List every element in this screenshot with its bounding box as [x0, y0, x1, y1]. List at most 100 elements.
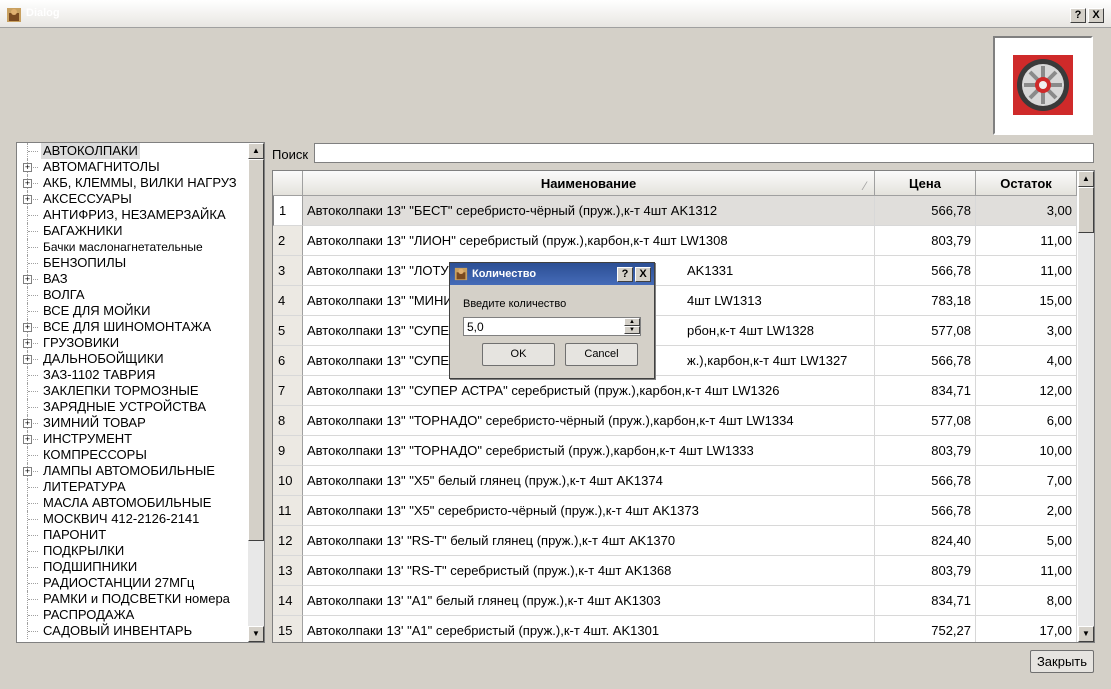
quantity-dialog: Количество ? X Введите количество ▲ ▼ OK… — [449, 262, 655, 379]
category-tree[interactable]: АВТОКОЛПАКИ + АВТОМАГНИТОЛЫ + АКБ, КЛЕММЫ, В… — [16, 142, 265, 643]
tree-item[interactable]: + ГРУЗОВИКИ — [17, 335, 249, 351]
tree-item[interactable]: ПАРОНИТ — [17, 527, 249, 543]
expand-plus-icon[interactable]: + — [23, 163, 32, 172]
spin-up-icon[interactable]: ▲ — [624, 318, 640, 326]
expand-plus-icon[interactable]: + — [23, 323, 32, 332]
table-scrollbar[interactable]: ▲ ▼ — [1078, 171, 1094, 642]
expand-plus-icon[interactable]: + — [23, 195, 32, 204]
tree-guide-line — [28, 407, 38, 408]
cancel-button[interactable]: Cancel — [565, 343, 638, 366]
dialog-close-button[interactable]: X — [635, 267, 651, 282]
tree-item[interactable]: + ЛАМПЫ АВТОМОБИЛЬНЫЕ — [17, 463, 249, 479]
tree-item-label: РАСПРОДАЖА — [43, 607, 135, 622]
table-row[interactable]: 12 Автоколпаки 13' "RS-T" белый глянец (п… — [273, 526, 1077, 556]
table-row[interactable]: 8 Автоколпаки 13" "ТОРНАДО" серебристо-чё… — [273, 406, 1077, 436]
scroll-thumb[interactable] — [1078, 187, 1094, 233]
tree-item[interactable]: + ВАЗ — [17, 271, 249, 287]
column-header-name[interactable]: Наименование ⁄ — [303, 171, 875, 196]
column-header-stock[interactable]: Остаток — [976, 171, 1077, 196]
cell-name: Автоколпаки 13" "X5" белый глянец (пруж.… — [303, 466, 875, 496]
expand-plus-icon[interactable]: + — [23, 179, 32, 188]
dialog-help-button[interactable]: ? — [617, 267, 633, 282]
tree-item[interactable]: + ЗИМНИЙ ТОВАР — [17, 415, 249, 431]
tree-item[interactable]: Бачки маслонагнетательные — [17, 239, 249, 255]
tree-item-label: ГРУЗОВИКИ — [43, 335, 120, 350]
tree-item[interactable]: + ДАЛЬНОБОЙЩИКИ — [17, 351, 249, 367]
tree-scrollbar[interactable]: ▲ ▼ — [248, 143, 264, 642]
table-row[interactable]: 7 Автоколпаки 13" "СУПЕР АСТРА" серебрист… — [273, 376, 1077, 406]
tree-item[interactable]: + ВСЕ ДЛЯ ШИНОМОНТАЖА — [17, 319, 249, 335]
table-row[interactable]: 3 Автоколпаки 13" "ЛОТУ AK1331 566,78 11,00 — [273, 256, 1077, 286]
tree-item[interactable]: МАСЛА АВТОМОБИЛЬНЫЕ — [17, 495, 249, 511]
table-row[interactable]: 14 Автоколпаки 13' "A1" белый глянец (пру… — [273, 586, 1077, 616]
tree-item[interactable]: ЗАЗ-1102 ТАВРИЯ — [17, 367, 249, 383]
table-row[interactable]: 6 Автоколпаки 13" "СУПЕ ж.),карбон,к-т 4шт… — [273, 346, 1077, 376]
products-table[interactable]: Наименование ⁄ Цена Остаток 1 Автоколпаки… — [272, 170, 1095, 643]
table-header: Наименование ⁄ Цена Остаток — [273, 171, 1077, 196]
tree-item[interactable]: АВТОКОЛПАКИ — [17, 143, 249, 159]
tree-item[interactable]: + АКСЕССУАРЫ — [17, 191, 249, 207]
cell-name: Автоколпаки 13" "СУПЕР АСТРА" серебристы… — [303, 376, 875, 406]
help-button[interactable]: ? — [1070, 8, 1086, 23]
tree-item[interactable]: РАМКИ и ПОДСВЕТКИ номера — [17, 591, 249, 607]
tree-item[interactable]: + АВТОМАГНИТОЛЫ — [17, 159, 249, 175]
window-title: Dialog — [26, 7, 60, 19]
tree-item[interactable]: БАГАЖНИКИ — [17, 223, 249, 239]
table-row[interactable]: 5 Автоколпаки 13" "СУПЕ рбон,к-т 4шт LW132… — [273, 316, 1077, 346]
expand-plus-icon[interactable]: + — [23, 467, 32, 476]
column-header-price[interactable]: Цена — [875, 171, 976, 196]
expand-plus-icon[interactable]: + — [23, 275, 32, 284]
ok-button[interactable]: OK — [482, 343, 555, 366]
table-row[interactable]: 15 Автоколпаки 13' "A1" серебристый (пруж… — [273, 616, 1077, 642]
table-row[interactable]: 10 Автоколпаки 13" "X5" белый глянец (пру… — [273, 466, 1077, 496]
cell-stock: 15,00 — [976, 286, 1077, 316]
category-tree-list: АВТОКОЛПАКИ + АВТОМАГНИТОЛЫ + АКБ, КЛЕММЫ, В… — [17, 143, 249, 639]
tree-item-label: ВОЛГА — [43, 287, 85, 302]
table-row[interactable]: 9 Автоколпаки 13" "ТОРНАДО" серебристый (… — [273, 436, 1077, 466]
expand-plus-icon[interactable]: + — [23, 355, 32, 364]
tree-guide-line — [28, 247, 38, 248]
scroll-down-icon[interactable]: ▼ — [1078, 626, 1094, 642]
tree-item[interactable]: ЗАКЛЕПКИ ТОРМОЗНЫЕ — [17, 383, 249, 399]
tree-item[interactable]: ПОДШИПНИКИ — [17, 559, 249, 575]
tree-item[interactable]: РАСПРОДАЖА — [17, 607, 249, 623]
tree-item[interactable]: + ИНСТРУМЕНТ — [17, 431, 249, 447]
tree-guide-line — [28, 535, 38, 536]
tree-item-label: АКБ, КЛЕММЫ, ВИЛКИ НАГРУЗ — [43, 175, 237, 190]
tree-item[interactable]: ПОДКРЫЛКИ — [17, 543, 249, 559]
table-row[interactable]: 11 Автоколпаки 13" "X5" серебристо-чёрный… — [273, 496, 1077, 526]
tree-item-label: РАМКИ и ПОДСВЕТКИ номера — [43, 591, 230, 606]
tree-item[interactable]: ЛИТЕРАТУРА — [17, 479, 249, 495]
table-row[interactable]: 2 Автоколпаки 13" "ЛИОН" серебристый (пру… — [273, 226, 1077, 256]
tree-item[interactable]: КОМПРЕССОРЫ — [17, 447, 249, 463]
expand-plus-icon[interactable]: + — [23, 419, 32, 428]
spin-down-icon[interactable]: ▼ — [624, 326, 640, 334]
quantity-input[interactable] — [464, 318, 624, 335]
scroll-down-icon[interactable]: ▼ — [248, 626, 264, 642]
table-row[interactable]: 1 Автоколпаки 13" "БЕСТ" серебристо-чёрны… — [273, 196, 1077, 226]
expand-plus-icon[interactable]: + — [23, 339, 32, 348]
search-input[interactable] — [314, 143, 1094, 163]
table-row[interactable]: 13 Автоколпаки 13' "RS-T" серебристый (пр… — [273, 556, 1077, 586]
tree-item-label: САДОВЫЙ ИНВЕНТАРЬ — [43, 623, 193, 638]
cell-name-visible-part: Автоколпаки 13" "ЛОТУ — [307, 263, 449, 278]
quantity-stepper[interactable]: ▲ ▼ — [463, 317, 641, 336]
table-row[interactable]: 4 Автоколпаки 13" "МИНИ 4шт LW1313 783,18 15… — [273, 286, 1077, 316]
dialog-titlebar: Количество ? X — [450, 263, 654, 285]
scroll-up-icon[interactable]: ▲ — [1078, 171, 1094, 187]
scroll-up-icon[interactable]: ▲ — [248, 143, 264, 159]
tree-item[interactable]: + АКБ, КЛЕММЫ, ВИЛКИ НАГРУЗ — [17, 175, 249, 191]
close-button[interactable]: Закрыть — [1030, 650, 1094, 673]
scroll-thumb[interactable] — [248, 159, 264, 541]
tree-item[interactable]: РАДИОСТАНЦИИ 27МГц — [17, 575, 249, 591]
tree-guide-line — [28, 631, 38, 632]
tree-item[interactable]: ВОЛГА — [17, 287, 249, 303]
tree-item[interactable]: АНТИФРИЗ, НЕЗАМЕРЗАЙКА — [17, 207, 249, 223]
tree-item[interactable]: ВСЕ ДЛЯ МОЙКИ — [17, 303, 249, 319]
tree-item[interactable]: ЗАРЯДНЫЕ УСТРОЙСТВА — [17, 399, 249, 415]
tree-item[interactable]: САДОВЫЙ ИНВЕНТАРЬ — [17, 623, 249, 639]
window-close-button[interactable]: X — [1088, 8, 1104, 23]
tree-item[interactable]: МОСКВИЧ 412-2126-2141 — [17, 511, 249, 527]
expand-plus-icon[interactable]: + — [23, 435, 32, 444]
tree-item[interactable]: БЕНЗОПИЛЫ — [17, 255, 249, 271]
